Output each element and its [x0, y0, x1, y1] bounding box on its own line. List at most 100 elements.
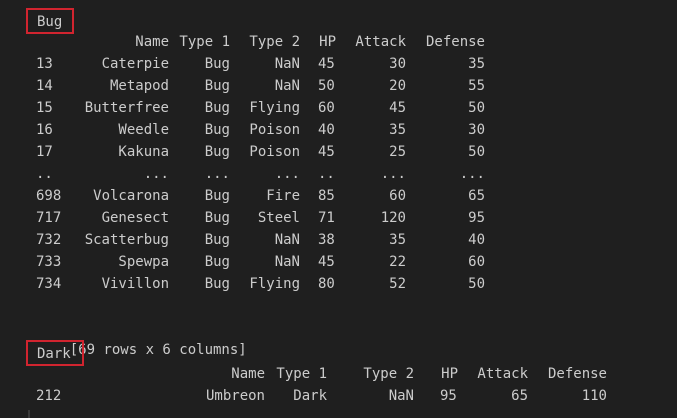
row-type1: Bug — [204, 254, 230, 270]
row-attack: 65 — [511, 388, 528, 404]
row-defense: 50 — [468, 100, 485, 116]
header-type2: Type 2 — [363, 366, 414, 382]
row-attack: ... — [380, 166, 406, 182]
table-row: 734 Vivillon Bug Flying 80 52 50 — [0, 273, 677, 295]
header-hp: HP — [319, 34, 336, 50]
table-row: 13 Caterpie Bug NaN 45 30 35 — [0, 53, 677, 75]
row-type2: Steel — [257, 210, 300, 226]
row-name: Scatterbug — [84, 232, 169, 248]
row-index: 16 — [36, 122, 53, 138]
row-name: Caterpie — [101, 56, 169, 72]
table-header-dark: Name Type 1 Type 2 HP Attack Defense — [0, 363, 677, 385]
row-type2: Poison — [249, 122, 300, 138]
row-index: 17 — [36, 144, 53, 160]
row-index: 15 — [36, 100, 53, 116]
row-type1: Bug — [204, 276, 230, 292]
row-type2: NaN — [388, 388, 414, 404]
row-attack: 60 — [389, 188, 406, 204]
row-defense: 30 — [468, 122, 485, 138]
row-type1: Bug — [204, 100, 230, 116]
row-attack: 30 — [389, 56, 406, 72]
table-summary: [69 rows x 6 columns] — [36, 317, 247, 358]
header-type1: Type 1 — [179, 34, 230, 50]
summary-text: [69 rows x 6 columns] — [69, 342, 247, 358]
row-type2: NaN — [274, 56, 300, 72]
group-label-text: Dark — [37, 346, 71, 362]
row-type1: Bug — [204, 210, 230, 226]
row-hp: 45 — [318, 56, 335, 72]
row-defense: 35 — [468, 56, 485, 72]
row-hp: 95 — [440, 388, 457, 404]
table-row: 14 Metapod Bug NaN 50 20 55 — [0, 75, 677, 97]
row-hp: 85 — [318, 188, 335, 204]
row-defense: 95 — [468, 210, 485, 226]
row-type2: NaN — [274, 232, 300, 248]
header-type1: Type 1 — [276, 366, 327, 382]
scroll-edge-divider — [28, 410, 30, 418]
row-defense: 110 — [581, 388, 607, 404]
header-hp: HP — [441, 366, 458, 382]
row-attack: 22 — [389, 254, 406, 270]
row-type1: Dark — [293, 388, 327, 404]
row-hp: 45 — [318, 144, 335, 160]
row-attack: 35 — [389, 122, 406, 138]
table-row: 732 Scatterbug Bug NaN 38 35 40 — [0, 229, 677, 251]
row-hp: 71 — [318, 210, 335, 226]
row-hp: 80 — [318, 276, 335, 292]
row-defense: 40 — [468, 232, 485, 248]
header-name: Name — [231, 366, 265, 382]
row-name: Kakuna — [118, 144, 169, 160]
row-name: ... — [143, 166, 169, 182]
row-attack: 20 — [389, 78, 406, 94]
table-row: 212 Umbreon Dark NaN 95 65 110 — [0, 385, 677, 407]
row-defense: 50 — [468, 144, 485, 160]
row-type1: Bug — [204, 232, 230, 248]
row-attack: 52 — [389, 276, 406, 292]
row-defense: 60 — [468, 254, 485, 270]
row-attack: 45 — [389, 100, 406, 116]
table-row: 17 Kakuna Bug Poison 45 25 50 — [0, 141, 677, 163]
row-type2: Flying — [249, 100, 300, 116]
row-type2: Poison — [249, 144, 300, 160]
row-defense: ... — [459, 166, 485, 182]
row-attack: 35 — [389, 232, 406, 248]
row-defense: 55 — [468, 78, 485, 94]
row-type1: ... — [204, 166, 230, 182]
header-attack: Attack — [355, 34, 406, 50]
row-type2: Flying — [249, 276, 300, 292]
row-type1: Bug — [204, 56, 230, 72]
row-index: 13 — [36, 56, 53, 72]
row-attack: 120 — [380, 210, 406, 226]
row-type1: Bug — [204, 122, 230, 138]
row-name: Spewpa — [118, 254, 169, 270]
header-defense: Defense — [425, 34, 485, 50]
row-hp: .. — [318, 166, 335, 182]
row-type1: Bug — [204, 188, 230, 204]
header-name: Name — [135, 34, 169, 50]
table-row: 717 Genesect Bug Steel 71 120 95 — [0, 207, 677, 229]
row-index: 14 — [36, 78, 53, 94]
row-hp: 60 — [318, 100, 335, 116]
row-hp: 38 — [318, 232, 335, 248]
row-type2: NaN — [274, 254, 300, 270]
table-header-bug: Name Type 1 Type 2 HP Attack Defense — [0, 31, 677, 53]
row-type2: NaN — [274, 78, 300, 94]
table-row-ellipsis: .. ... ... ... .. ... ... — [0, 163, 677, 185]
row-hp: 50 — [318, 78, 335, 94]
row-hp: 45 — [318, 254, 335, 270]
row-name: Vivillon — [101, 276, 169, 292]
row-hp: 40 — [318, 122, 335, 138]
row-type1: Bug — [204, 78, 230, 94]
group-label-text: Bug — [37, 14, 63, 30]
header-attack: Attack — [477, 366, 528, 382]
row-index: 717 — [36, 210, 62, 226]
console-output: Bug Name Type 1 Type 2 HP Attack Defense… — [0, 0, 677, 418]
row-index: 734 — [36, 276, 62, 292]
row-name: Metapod — [109, 78, 169, 94]
table-row: 15 Butterfree Bug Flying 60 45 50 — [0, 97, 677, 119]
table-row: 16 Weedle Bug Poison 40 35 30 — [0, 119, 677, 141]
row-index: 732 — [36, 232, 62, 248]
row-name: Butterfree — [84, 100, 169, 116]
row-index: 698 — [36, 188, 62, 204]
row-type2: Fire — [266, 188, 300, 204]
